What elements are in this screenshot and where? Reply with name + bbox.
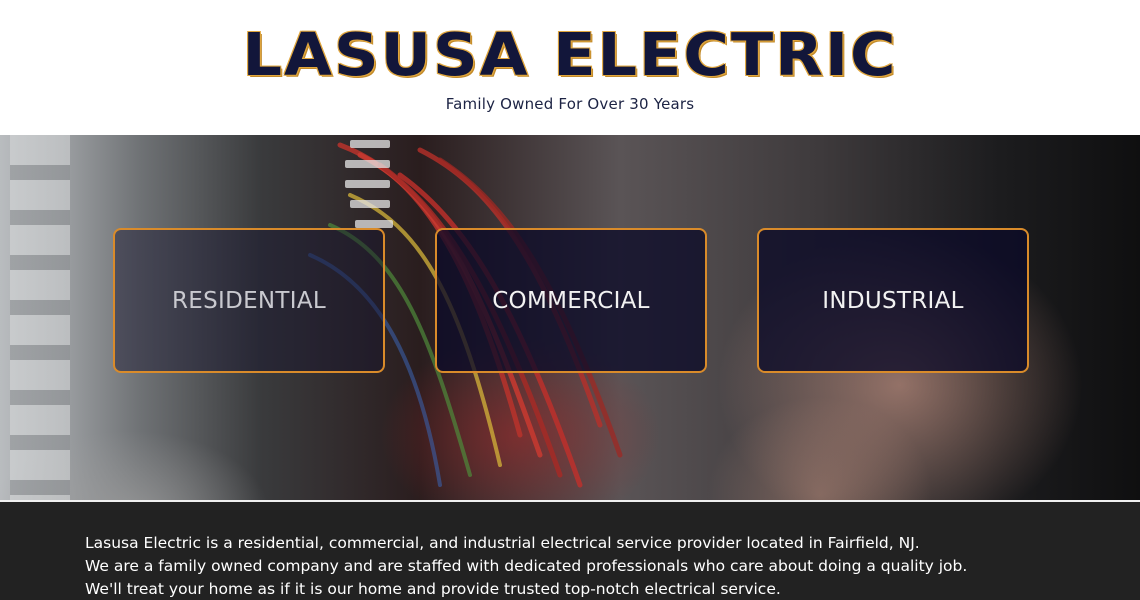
site-logo[interactable]: LASUSA ELECTRIC xyxy=(0,23,1140,87)
category-label-commercial: COMMERCIAL xyxy=(492,287,650,314)
category-card-commercial[interactable]: COMMERCIAL xyxy=(435,228,707,373)
site-header: LASUSA ELECTRIC Family Owned For Over 30… xyxy=(0,0,1140,135)
about-text-line-3: We'll treat your home as if it is our ho… xyxy=(85,580,781,598)
category-label-residential: RESIDENTIAL xyxy=(171,287,327,314)
category-card-residential[interactable]: RESIDENTIAL xyxy=(113,228,385,373)
about-text-line-1: Lasusa Electric is a residential, commer… xyxy=(85,534,920,552)
about-section: Lasusa Electric is a residential, commer… xyxy=(0,500,1140,600)
category-card-industrial[interactable]: INDUSTRIAL xyxy=(757,228,1029,373)
site-tagline: Family Owned For Over 30 Years xyxy=(445,95,695,113)
about-text-line-2: We are a family owned company and are st… xyxy=(85,557,968,575)
hero-banner: RESIDENTIAL COMMERCIAL INDUSTRIAL xyxy=(0,135,1140,500)
category-label-industrial: INDUSTRIAL xyxy=(822,287,964,314)
